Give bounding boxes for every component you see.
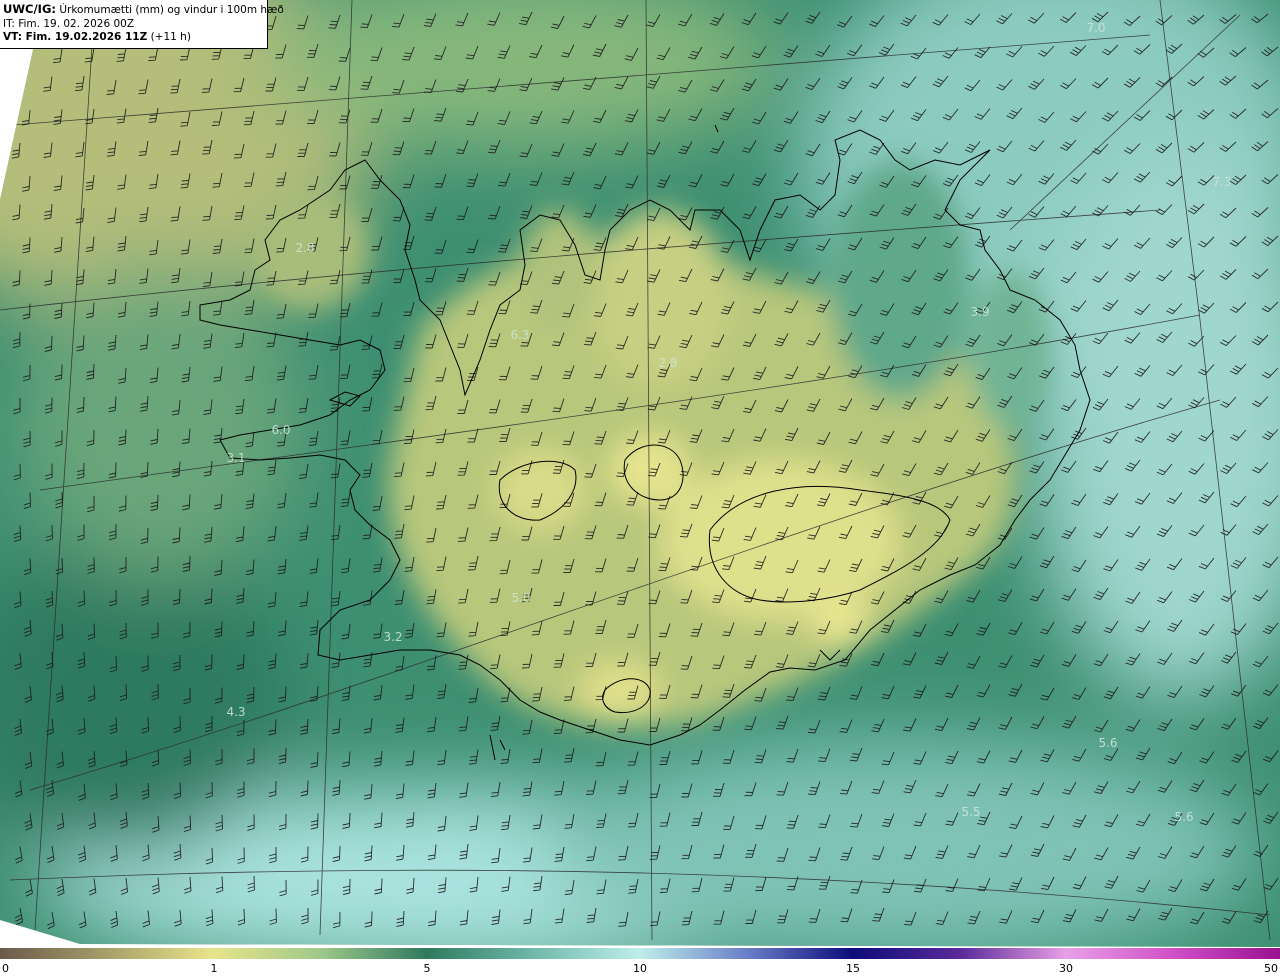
colorbar-tick-30: 30 xyxy=(1059,962,1073,975)
grid-value-label: 3.2 xyxy=(383,630,402,644)
forecast-map-canvas: 7.0 2.8 7.3 6.3 3.9 2.8 6.0 3.1 5.0 3.2 4.3 5.6 5.5 5… xyxy=(0,0,1280,947)
grid-value-label: 6.3 xyxy=(510,328,529,342)
product-title-line: UWC/IG: Úrkomumætti (mm) og vindur i 100… xyxy=(3,2,284,18)
grid-value-label: 6.0 xyxy=(271,423,290,437)
colorbar-tick-15: 15 xyxy=(846,962,860,975)
grid-value-label: 5.6 xyxy=(1098,736,1117,750)
grid-value-label: 5.0 xyxy=(511,591,530,605)
colorbar-tick-0: 0 xyxy=(2,962,9,975)
grid-value-label: 2.8 xyxy=(295,241,314,255)
valid-time: VT: Fim. 19.02.2026 11Z xyxy=(3,31,148,43)
colorbar-tick-5: 5 xyxy=(423,962,431,975)
grid-value-label: 2.8 xyxy=(658,356,677,370)
init-time: IT: Fim. 19. 02. 2026 00Z xyxy=(3,17,135,30)
colorbar: 0 1 5 10 15 30 50 xyxy=(0,947,1280,978)
colorbar-tick-1: 1 xyxy=(210,962,218,975)
colorbar-tick-50: 50 xyxy=(1264,962,1278,975)
colorbar-gradient xyxy=(0,948,1280,959)
product-code: UWC/IG: xyxy=(3,2,56,16)
colorbar-tick-10: 10 xyxy=(633,962,647,975)
lead-time: (+11 h) xyxy=(147,31,191,43)
grid-value-label: 3.1 xyxy=(226,451,245,465)
grid-value-label: 7.0 xyxy=(1086,21,1105,35)
valid-time-line: VT: Fim. 19.02.2026 11Z (+11 h) xyxy=(3,31,263,45)
grid-value-label: 5.5 xyxy=(961,805,980,819)
grid-value-label: 7.3 xyxy=(1212,175,1231,189)
product-description: Úrkomumætti (mm) og vindur i 100m hæð xyxy=(55,4,284,16)
weather-map: 7.0 2.8 7.3 6.3 3.9 2.8 6.0 3.1 5.0 3.2 4.3 5.6 5.5 5… xyxy=(0,0,1280,978)
grid-value-label: 3.9 xyxy=(970,305,989,319)
precipitation-field: 7.0 2.8 7.3 6.3 3.9 2.8 6.0 3.1 5.0 3.2 4.3 5.6 5.5 5… xyxy=(0,0,1280,947)
grid-value-label: 4.3 xyxy=(226,705,245,719)
grid-value-label: 5.6 xyxy=(1174,810,1193,824)
map-title-box: UWC/IG: Úrkomumætti (mm) og vindur i 100… xyxy=(0,0,284,49)
